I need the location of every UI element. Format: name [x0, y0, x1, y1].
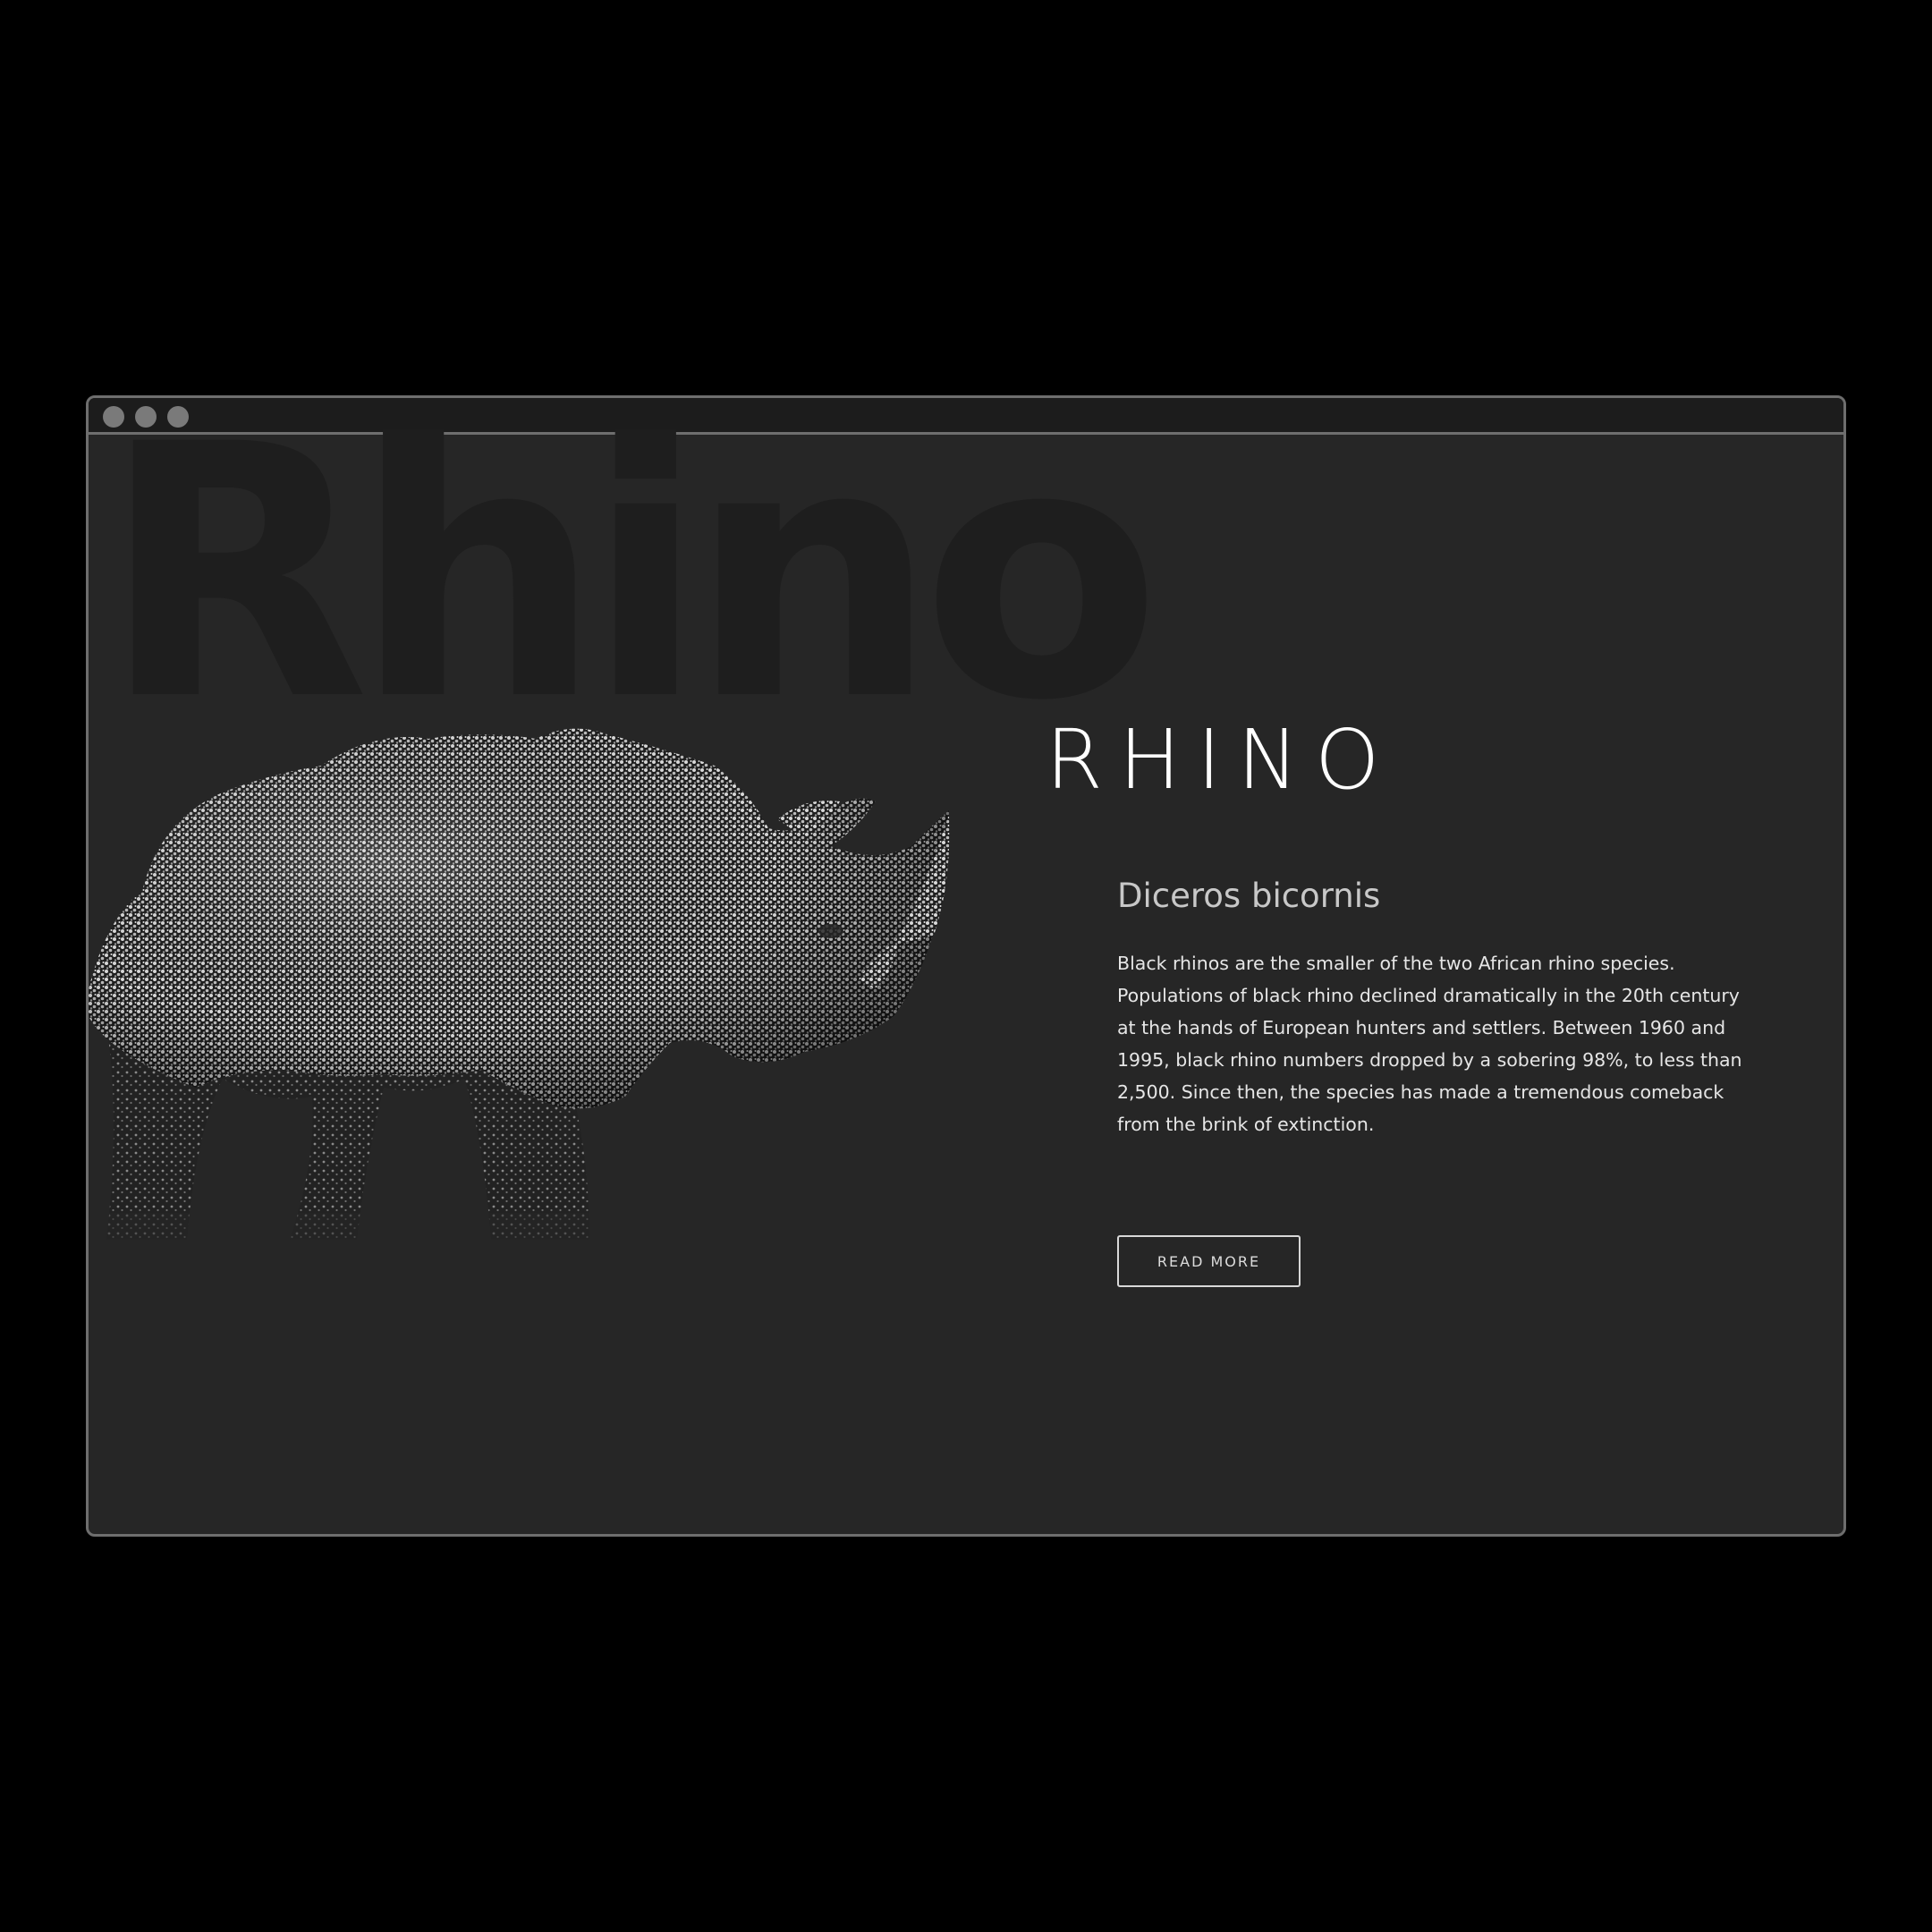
background-watermark: Rhino: [101, 395, 1161, 776]
species-subtitle: Diceros bicornis: [1117, 877, 1381, 915]
description-paragraph: Black rhinos are the smaller of the two …: [1117, 953, 1742, 1135]
read-more-button[interactable]: READ MORE: [1117, 1235, 1301, 1287]
browser-window: Rhino RHINO Diceros bicornis Black rhino…: [86, 395, 1846, 1537]
page-content: Rhino RHINO Diceros bicornis Black rhino…: [89, 399, 1843, 1534]
rhino-illustration: [89, 728, 956, 1240]
page-title: RHINO: [1046, 712, 1396, 808]
